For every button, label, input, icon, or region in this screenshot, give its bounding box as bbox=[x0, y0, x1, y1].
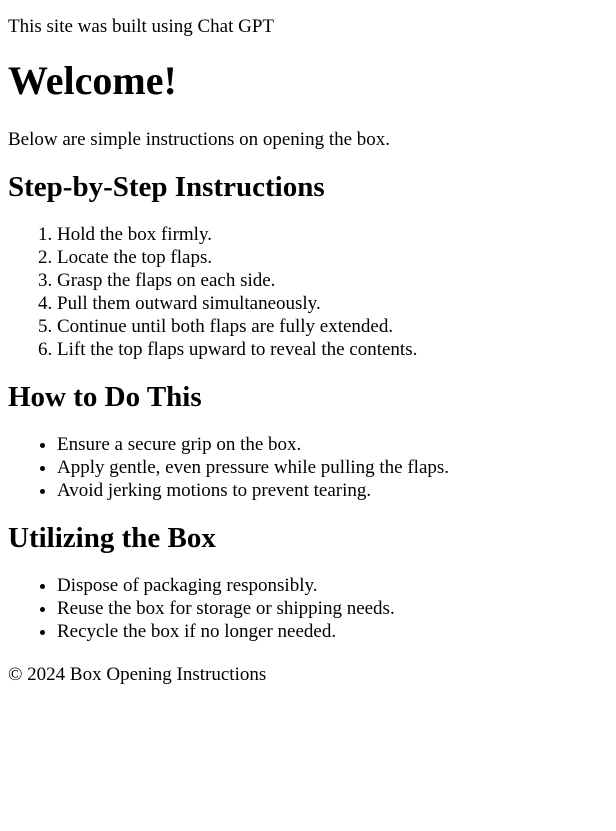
utilizing-item: Recycle the box if no longer needed. bbox=[57, 620, 608, 643]
steps-list: Hold the box firmly. Locate the top flap… bbox=[8, 223, 608, 361]
intro-text: Below are simple instructions on opening… bbox=[8, 129, 391, 150]
step-item: Continue until both flaps are fully exte… bbox=[57, 315, 608, 338]
utilizing-list: Dispose of packaging responsibly. Reuse … bbox=[8, 574, 608, 643]
how-to-item: Apply gentle, even pressure while pullin… bbox=[57, 456, 608, 479]
page-title: Welcome! bbox=[8, 58, 177, 103]
utilizing-item: Reuse the box for storage or shipping ne… bbox=[57, 597, 608, 620]
how-to-list: Ensure a secure grip on the box. Apply g… bbox=[8, 433, 608, 502]
step-item: Locate the top flaps. bbox=[57, 246, 608, 269]
how-to-item: Ensure a secure grip on the box. bbox=[57, 433, 608, 456]
steps-heading: Step-by-Step Instructions bbox=[8, 171, 325, 203]
utilizing-heading: Utilizing the Box bbox=[8, 522, 216, 554]
utilizing-item: Dispose of packaging responsibly. bbox=[57, 574, 608, 597]
how-to-item: Avoid jerking motions to prevent tearing… bbox=[57, 479, 608, 502]
footer-copyright: © 2024 Box Opening Instructions bbox=[8, 664, 267, 685]
step-item: Pull them outward simultaneously. bbox=[57, 292, 608, 315]
step-item: Lift the top flaps upward to reveal the … bbox=[57, 338, 608, 361]
step-item: Grasp the flaps on each side. bbox=[57, 269, 608, 292]
page: This site was built using Chat GPT Welco… bbox=[0, 15, 616, 686]
how-to-heading: How to Do This bbox=[8, 381, 202, 413]
step-item: Hold the box firmly. bbox=[57, 223, 608, 246]
top-note: This site was built using Chat GPT bbox=[8, 16, 274, 37]
